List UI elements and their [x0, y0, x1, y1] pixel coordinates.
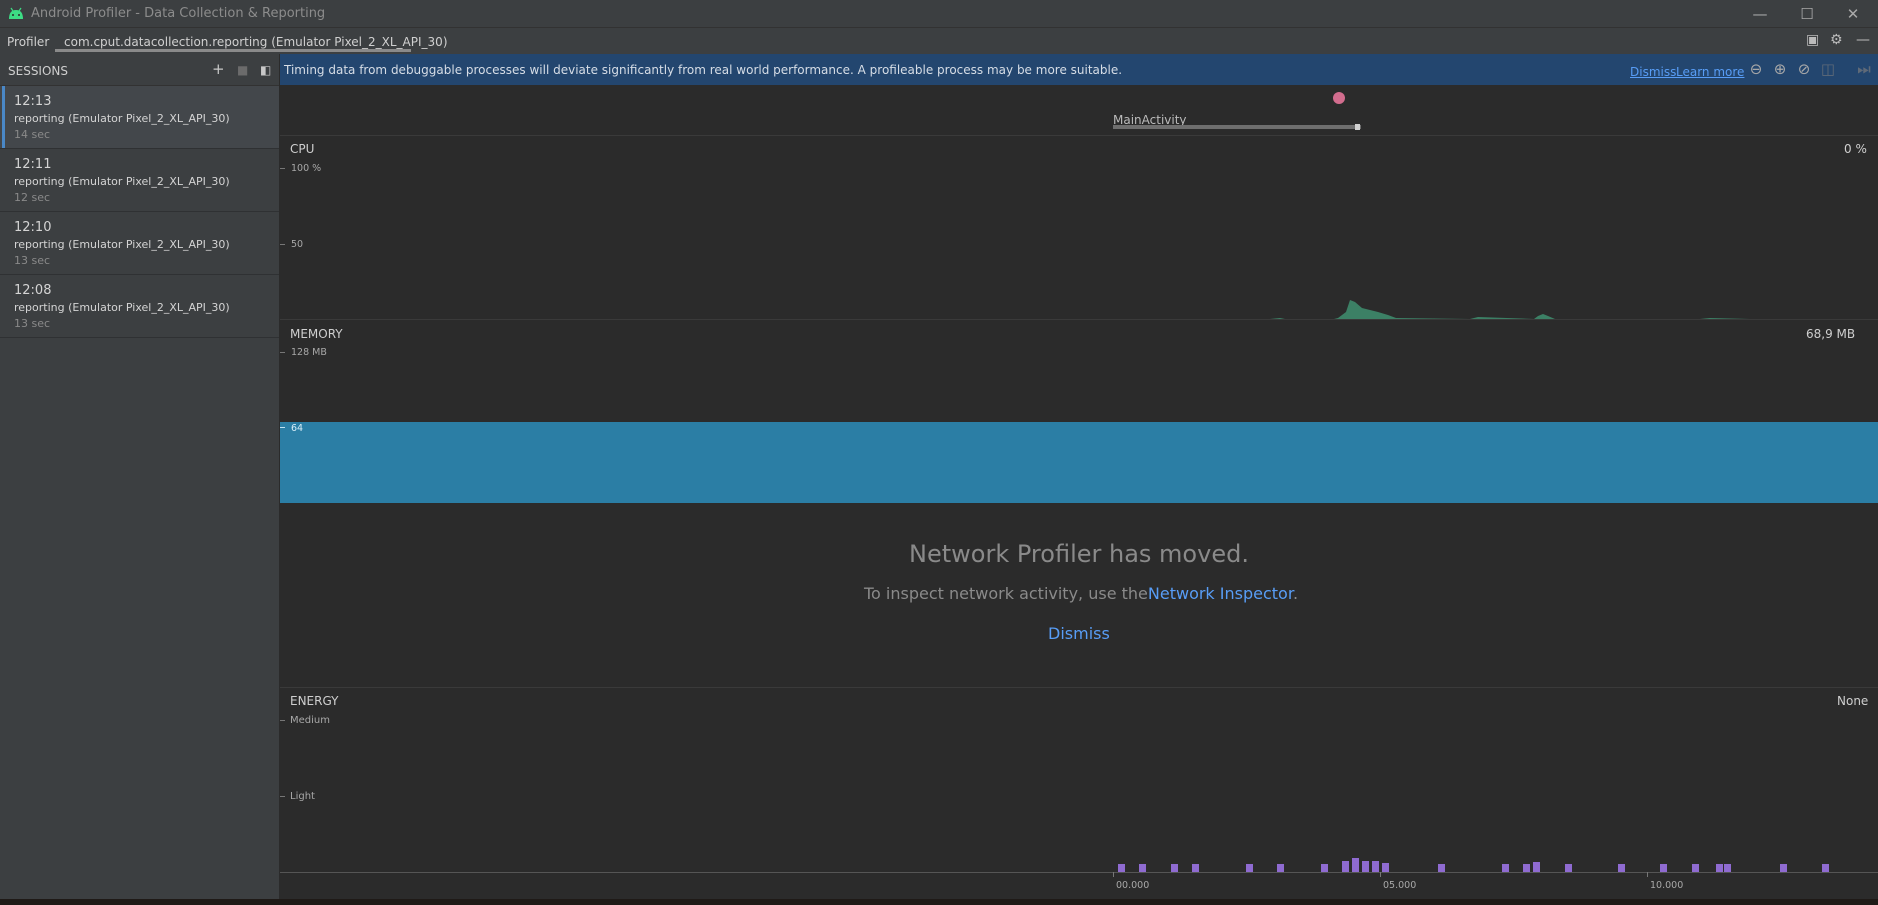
network-subtitle-prefix: To inspect network activity, use the: [864, 584, 1148, 603]
selection-accent: [2, 86, 5, 148]
touch-event-dot[interactable]: [1333, 92, 1345, 104]
network-moved-subtitle: To inspect network activity, use theNetw…: [864, 584, 1298, 603]
timeline-tick: [1113, 872, 1114, 877]
cpu-tick-label-100: 100 %: [291, 163, 322, 174]
reset-zoom-icon[interactable]: ⊘: [1796, 61, 1812, 77]
sessions-header: SESSIONS + ■ ◧: [0, 54, 279, 86]
timeline-label-5: 05.000: [1383, 880, 1417, 891]
session-name: reporting (Emulator Pixel_2_XL_API_30): [14, 112, 230, 125]
energy-tick-light: [280, 796, 285, 797]
session-item[interactable]: 12:10 reporting (Emulator Pixel_2_XL_API…: [0, 212, 279, 275]
sessions-panel: SESSIONS + ■ ◧ 12:13 reporting (Emulator…: [0, 54, 280, 905]
memory-tick-128: [280, 352, 285, 353]
session-duration: 12 sec: [14, 191, 51, 204]
energy-tick-medium: [280, 720, 285, 721]
timeline-label-0: 00.000: [1116, 880, 1150, 891]
session-name: reporting (Emulator Pixel_2_XL_API_30): [14, 301, 230, 314]
activity-bar[interactable]: [1113, 125, 1361, 129]
stop-session-icon[interactable]: ■: [237, 62, 248, 78]
active-tab-indicator: [55, 49, 411, 52]
network-moved-title: Network Profiler has moved.: [909, 540, 1249, 568]
layout-icon[interactable]: ▣: [1806, 32, 1819, 48]
zoom-in-icon[interactable]: ⊕: [1772, 61, 1788, 77]
cpu-value: 0 %: [1844, 142, 1867, 156]
banner-dismiss-link[interactable]: Dismiss: [1630, 65, 1676, 79]
tab-profiler[interactable]: Profiler: [7, 35, 49, 49]
gear-icon[interactable]: ⚙: [1830, 32, 1843, 48]
close-button[interactable]: ✕: [1838, 3, 1868, 25]
energy-level-light: Light: [290, 791, 315, 802]
cpu-tick-50: [280, 244, 285, 245]
android-icon: [9, 7, 23, 19]
timeline-axis: [280, 872, 1878, 873]
debuggable-warning-banner: Timing data from debuggable processes wi…: [280, 54, 1878, 85]
add-session-icon[interactable]: +: [212, 61, 225, 77]
network-subtitle-suffix: .: [1292, 584, 1299, 603]
energy-level-medium: Medium: [290, 715, 330, 726]
banner-message: Timing data from debuggable processes wi…: [284, 63, 1123, 77]
learn-more-link[interactable]: Learn more: [1676, 65, 1744, 79]
cpu-divider: [280, 319, 1878, 320]
memory-tick-label-128: 128 MB: [291, 347, 327, 358]
window-title: Android Profiler - Data Collection & Rep…: [31, 6, 326, 21]
energy-value: None: [1837, 694, 1869, 708]
title-bar: Android Profiler - Data Collection & Rep…: [0, 0, 1878, 27]
activity-bar-end: [1355, 124, 1360, 130]
session-name: reporting (Emulator Pixel_2_XL_API_30): [14, 238, 230, 251]
energy-usage-chart[interactable]: [1110, 850, 1840, 872]
pause-icon[interactable]: ◫: [1820, 61, 1836, 77]
go-live-icon[interactable]: ⏭: [1856, 61, 1872, 77]
cpu-tick-label-50: 50: [291, 239, 304, 250]
session-name: reporting (Emulator Pixel_2_XL_API_30): [14, 175, 230, 188]
memory-usage-area[interactable]: [280, 422, 1878, 503]
cpu-usage-chart[interactable]: [280, 290, 1878, 320]
timeline-label-10: 10.000: [1650, 880, 1684, 891]
timeline-tick: [1647, 872, 1648, 877]
collapse-panel-icon[interactable]: ◧: [260, 62, 271, 78]
memory-label: MEMORY: [290, 327, 343, 341]
memory-value: 68,9 MB: [1806, 327, 1856, 341]
session-time: 12:13: [14, 94, 52, 109]
energy-label: ENERGY: [290, 694, 339, 708]
network-divider: [280, 687, 1878, 688]
session-time: 12:08: [14, 283, 52, 298]
tab-session[interactable]: com.cput.datacollection.reporting (Emula…: [64, 35, 448, 49]
network-dismiss-link[interactable]: Dismiss: [1048, 624, 1110, 643]
session-duration: 14 sec: [14, 128, 51, 141]
session-item[interactable]: 12:11 reporting (Emulator Pixel_2_XL_API…: [0, 149, 279, 212]
session-duration: 13 sec: [14, 317, 51, 330]
memory-tick-64: [280, 427, 285, 428]
maximize-button[interactable]: ☐: [1792, 3, 1822, 25]
session-item[interactable]: 12:13 reporting (Emulator Pixel_2_XL_API…: [0, 86, 279, 149]
network-inspector-link[interactable]: Network Inspector: [1148, 584, 1293, 603]
zoom-out-icon[interactable]: ⊖: [1748, 61, 1764, 77]
sessions-title: SESSIONS: [8, 64, 69, 78]
memory-tick-label-64: 64: [291, 423, 304, 434]
cpu-tick-100: [280, 168, 285, 169]
session-time: 12:10: [14, 220, 52, 235]
timeline-tick: [1380, 872, 1381, 877]
cpu-label: CPU: [290, 142, 315, 156]
activity-track: [280, 85, 1878, 136]
desktop-strip: [0, 899, 1878, 905]
hide-icon[interactable]: —: [1856, 32, 1870, 48]
session-time: 12:11: [14, 157, 52, 172]
session-duration: 13 sec: [14, 254, 51, 267]
session-item[interactable]: 12:08 reporting (Emulator Pixel_2_XL_API…: [0, 275, 279, 338]
minimize-button[interactable]: —: [1745, 3, 1775, 25]
